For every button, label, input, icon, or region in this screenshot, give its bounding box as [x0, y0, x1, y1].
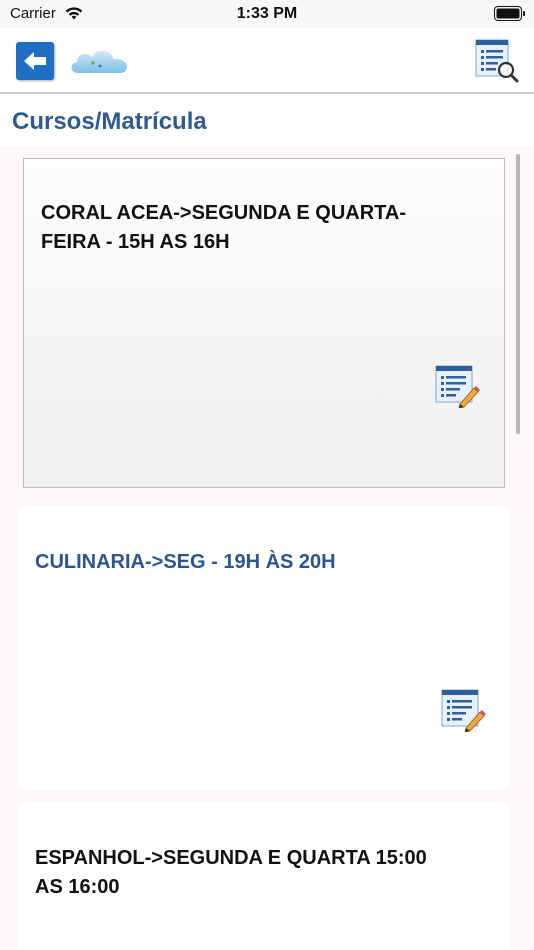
- arrow-left-icon: [24, 52, 46, 70]
- scrollbar[interactable]: [516, 154, 520, 434]
- back-button[interactable]: [16, 42, 54, 80]
- navigation-bar: [0, 28, 534, 94]
- course-card[interactable]: CORAL ACEA->SEGUNDA E QUARTA-FEIRA - 15H…: [23, 158, 505, 488]
- course-list[interactable]: CORAL ACEA->SEGUNDA E QUARTA-FEIRA - 15H…: [0, 146, 534, 950]
- battery-icon: [494, 6, 525, 21]
- course-card[interactable]: ESPANHOL->SEGUNDA E QUARTA 15:00 AS 16:0…: [18, 802, 510, 950]
- list-search-icon[interactable]: [474, 38, 520, 84]
- course-title: CORAL ACEA->SEGUNDA E QUARTA-FEIRA - 15H…: [41, 202, 407, 253]
- course-card[interactable]: CULINARIA->SEG - 19H ÀS 20H: [18, 506, 510, 790]
- clock-time: 1:33 PM: [236, 5, 298, 22]
- course-title: CULINARIA->SEG - 19H ÀS 20H: [35, 551, 336, 573]
- edit-list-icon[interactable]: [440, 688, 486, 732]
- status-bar: Carrier 1:33 PM: [0, 0, 534, 28]
- course-title: ESPANHOL->SEGUNDA E QUARTA 15:00 AS 16:0…: [35, 847, 427, 898]
- cloud-icon: [71, 50, 128, 73]
- edit-list-icon[interactable]: [434, 364, 480, 408]
- page-title: Cursos/Matrícula: [12, 108, 207, 135]
